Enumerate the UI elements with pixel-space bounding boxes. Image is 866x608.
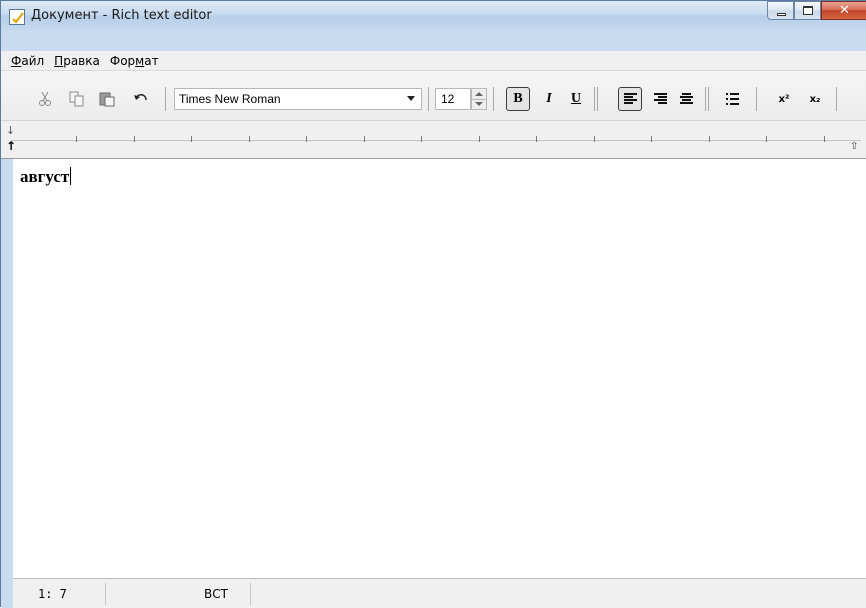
ruler-tick <box>766 136 767 142</box>
menu-bar: Файл Правка Формат <box>1 51 866 71</box>
document-text-content: август <box>20 167 70 186</box>
ruler-tick <box>191 136 192 142</box>
document-icon <box>9 9 25 25</box>
status-bar: 1: 7 ВСТ <box>13 578 866 608</box>
font-size-value: 12 <box>441 92 455 106</box>
maximize-icon <box>803 6 813 15</box>
bullet-list-button[interactable] <box>720 87 744 111</box>
align-center-icon <box>679 93 693 105</box>
font-name-value: Times New Roman <box>179 92 281 106</box>
menu-format[interactable]: Формат <box>105 51 164 70</box>
menu-file-mnemonic: Ф <box>11 54 22 68</box>
menu-edit[interactable]: Правка <box>49 51 105 70</box>
font-size-spinner[interactable] <box>471 88 487 110</box>
font-size-field[interactable]: 12 <box>435 88 471 110</box>
maximize-button[interactable] <box>794 1 821 20</box>
ruler-tick <box>594 136 595 142</box>
ruler-tick <box>364 136 365 142</box>
ruler-tick <box>306 136 307 142</box>
menu-edit-mnemonic: П <box>54 54 64 68</box>
font-name-combo[interactable]: Times New Roman <box>174 88 422 110</box>
bold-button[interactable]: B <box>506 87 530 111</box>
align-center-button[interactable] <box>674 87 698 111</box>
menu-file-label: айл <box>21 54 45 68</box>
subscript-button[interactable]: x₂ <box>803 87 827 111</box>
toolbar-separator <box>428 87 429 111</box>
align-left-button[interactable] <box>618 87 642 111</box>
close-button[interactable]: ✕ <box>821 1 866 20</box>
toolbar-separator <box>756 87 757 111</box>
window-left-frame <box>1 159 13 608</box>
minimize-icon <box>777 13 786 16</box>
toolbar: Times New Roman 12 B I U x² x₂ <box>1 71 866 121</box>
window-title: Документ - Rich text editor <box>31 8 212 23</box>
superscript-button[interactable]: x² <box>772 87 796 111</box>
menu-edit-label: равка <box>63 54 100 68</box>
main-window: Документ - Rich text editor ✕ Файл Правк… <box>0 0 866 608</box>
ruler-line <box>11 140 861 141</box>
ruler-tick <box>421 136 422 142</box>
underline-button[interactable]: U <box>564 87 588 111</box>
cut-icon[interactable] <box>35 88 55 110</box>
first-indent-marker-icon[interactable]: ↓ <box>6 124 15 137</box>
toolbar-separator <box>493 87 494 111</box>
spin-down-icon[interactable] <box>475 102 483 106</box>
cursor-position: 1: 7 <box>13 583 106 605</box>
paste-icon[interactable] <box>97 88 117 110</box>
chevron-down-icon[interactable] <box>407 96 415 101</box>
text-caret <box>70 167 72 185</box>
ruler-tick <box>479 136 480 142</box>
caption-buttons: ✕ <box>767 1 866 21</box>
ruler-tick <box>76 136 77 142</box>
document-text[interactable]: август <box>20 167 72 187</box>
toolbar-separator <box>705 87 709 111</box>
align-left-icon <box>623 93 637 105</box>
toolbar-separator <box>594 87 598 111</box>
left-indent-marker-icon[interactable]: ↑ <box>6 139 16 153</box>
bullet-list-icon <box>725 93 739 105</box>
ruler-tick <box>824 136 825 142</box>
undo-icon[interactable] <box>131 88 151 110</box>
ruler: ↓ ↑ ⇧ <box>1 121 866 159</box>
insert-mode: ВСТ <box>106 583 251 605</box>
menu-format-label: ат <box>144 54 159 68</box>
menu-file[interactable]: Файл <box>6 51 49 70</box>
align-right-button[interactable] <box>648 87 672 111</box>
ruler-tick <box>536 136 537 142</box>
align-right-icon <box>653 93 667 105</box>
ruler-tick <box>709 136 710 142</box>
title-bar[interactable]: Документ - Rich text editor ✕ <box>1 1 866 31</box>
spin-divider <box>472 99 486 100</box>
menu-format-mnemonic: м <box>135 54 145 68</box>
close-icon: ✕ <box>839 3 850 18</box>
spin-up-icon[interactable] <box>475 92 483 96</box>
text-editor[interactable]: август <box>13 159 866 578</box>
ruler-tick <box>249 136 250 142</box>
ruler-tick <box>651 136 652 142</box>
menu-format-prefix: Фор <box>109 54 136 68</box>
right-indent-marker-icon[interactable]: ⇧ <box>850 141 858 152</box>
italic-button[interactable]: I <box>537 87 561 111</box>
ruler-tick <box>134 136 135 142</box>
copy-icon[interactable] <box>67 88 87 110</box>
toolbar-separator <box>165 87 166 111</box>
minimize-button[interactable] <box>767 1 794 20</box>
toolbar-separator <box>836 87 837 111</box>
